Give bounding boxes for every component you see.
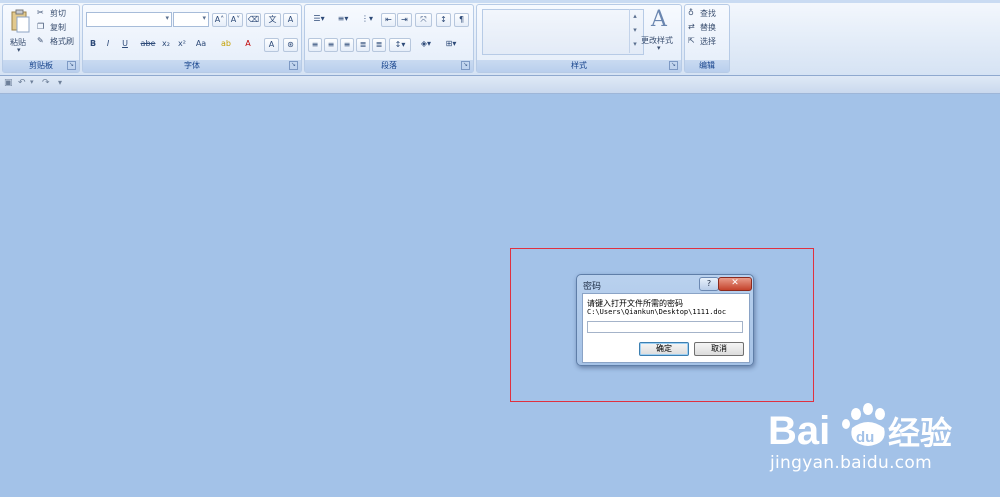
paragraph-caption: 段落 <box>305 60 473 72</box>
binoculars-icon: ♁ <box>688 8 694 17</box>
save-icon[interactable]: ▣ <box>4 78 13 88</box>
borders-icon[interactable]: ⊞▾ <box>440 38 462 52</box>
styles-scrollbar[interactable]: ▴ ▾ ▾ <box>629 9 640 53</box>
copy-icon: ❐ <box>37 22 45 31</box>
highlight-color-icon[interactable]: ab <box>215 38 237 52</box>
font-name-combo[interactable]: ▾ <box>86 12 172 27</box>
cancel-button[interactable]: 取消 <box>694 342 744 356</box>
shrink-font-button[interactable]: A˅ <box>228 13 243 27</box>
styles-group: ▴ ▾ ▾ A 更改样式 ▾ 样式 ↘ <box>476 4 682 73</box>
strikethrough-button[interactable]: abe <box>139 38 157 52</box>
shading-icon[interactable]: ◈▾ <box>415 38 437 52</box>
increase-indent-icon[interactable]: ⇥ <box>397 13 412 27</box>
ribbon: 粘贴 ▾ ✂ 剪切 ❐ 复制 ✎ 格式刷 剪贴板 ↘ ▾ ▾ A˄ A˅ ⌫ 文… <box>0 0 1000 76</box>
char-shading-button[interactable]: A <box>264 38 279 52</box>
styles-scroll-up-icon[interactable]: ▴ <box>630 9 640 23</box>
paragraph-launcher-icon[interactable]: ↘ <box>461 61 470 70</box>
decrease-indent-icon[interactable]: ⇤ <box>381 13 396 27</box>
redo-icon[interactable]: ↷ <box>42 78 50 88</box>
paragraph-group: ☰▾ ≡▾ ⋮▾ ⇤ ⇥ ⤧ ↕ ¶ ≡ ≡ ≡ ≣ ≣ ↕▾ ◈▾ ⊞▾ 段落… <box>304 4 474 73</box>
find-button[interactable]: ♁ 查找 <box>688 8 730 19</box>
font-launcher-icon[interactable]: ↘ <box>289 61 298 70</box>
logo-du-text: du <box>856 429 874 446</box>
select-icon: ⇱ <box>688 36 695 45</box>
logo-jingyan-text: 经验 <box>888 414 952 452</box>
find-label: 查找 <box>700 9 716 18</box>
show-marks-icon[interactable]: ¶ <box>454 13 469 27</box>
replace-button[interactable]: ⇄ 替换 <box>688 22 730 33</box>
baidu-jingyan-logo: Bai du 经验 <box>768 403 952 452</box>
password-input[interactable] <box>587 321 743 333</box>
clipboard-group: 粘贴 ▾ ✂ 剪切 ❐ 复制 ✎ 格式刷 剪贴板 ↘ <box>2 4 80 73</box>
styles-more-icon[interactable]: ▾ <box>630 37 640 51</box>
undo-dropdown-icon[interactable]: ▾ <box>30 78 34 86</box>
select-button[interactable]: ⇱ 选择 <box>688 36 730 47</box>
format-painter-label: 格式刷 <box>50 37 74 46</box>
char-border-icon[interactable]: A <box>283 13 298 27</box>
styles-scroll-down-icon[interactable]: ▾ <box>630 23 640 37</box>
underline-button[interactable]: U <box>117 38 133 52</box>
replace-label: 替换 <box>700 23 716 32</box>
numbering-icon[interactable]: ≡▾ <box>332 13 354 27</box>
paste-button[interactable]: 粘贴 ▾ <box>8 8 32 54</box>
select-label: 选择 <box>700 37 716 46</box>
align-right-icon[interactable]: ≡ <box>340 38 354 52</box>
justify-icon[interactable]: ≣ <box>356 38 370 52</box>
font-size-dropdown-icon: ▾ <box>202 14 206 22</box>
grow-font-button[interactable]: A˄ <box>212 13 227 27</box>
dialog-body: 请键入打开文件所需的密码 C:\Users\Qiankun\Desktop\11… <box>582 293 750 363</box>
close-button[interactable]: ✕ <box>718 277 752 291</box>
change-styles-dropdown-icon: ▾ <box>657 44 661 52</box>
clipboard-launcher-icon[interactable]: ↘ <box>67 61 76 70</box>
enclose-char-icon[interactable]: ⊛ <box>283 38 298 52</box>
file-path: C:\Users\Qiankun\Desktop\1111.doc <box>587 308 727 316</box>
font-group: ▾ ▾ A˄ A˅ ⌫ 文 A B I U abe x₂ x² Aa ab A … <box>82 4 302 73</box>
align-center-icon[interactable]: ≡ <box>324 38 338 52</box>
editing-group: ♁ 查找 ⇄ 替换 ⇱ 选择 编辑 <box>684 4 730 73</box>
align-left-icon[interactable]: ≡ <box>308 38 322 52</box>
styles-launcher-icon[interactable]: ↘ <box>669 61 678 70</box>
brush-icon: ✎ <box>37 36 44 45</box>
subscript-button[interactable]: x₂ <box>159 38 173 52</box>
font-caption: 字体 <box>83 60 301 72</box>
styles-caption: 样式 <box>477 60 681 72</box>
logo-bai-text: Bai <box>768 409 830 452</box>
password-dialog: 密码 ? ✕ 请键入打开文件所需的密码 C:\Users\Qiankun\Des… <box>576 274 754 366</box>
ok-button[interactable]: 确定 <box>639 342 689 356</box>
chinese-layout-icon[interactable]: ⤧ <box>415 13 432 27</box>
paste-dropdown-icon: ▾ <box>17 46 21 54</box>
quick-access-toolbar: ▣ ↶ ▾ ↷ ▾ <box>0 76 1000 94</box>
customize-toolbar-icon[interactable]: ▾ <box>58 78 62 87</box>
superscript-button[interactable]: x² <box>175 38 189 52</box>
distributed-icon[interactable]: ≣ <box>372 38 386 52</box>
bold-button[interactable]: B <box>87 38 99 52</box>
quick-styles-gallery[interactable] <box>482 9 644 55</box>
replace-icon: ⇄ <box>688 22 695 31</box>
font-name-dropdown-icon: ▾ <box>165 14 169 22</box>
scissors-icon: ✂ <box>37 8 44 17</box>
styles-aa-icon: A <box>651 7 667 32</box>
copy-label: 复制 <box>50 23 66 32</box>
italic-button[interactable]: I <box>102 38 114 52</box>
ribbon-top-edge <box>0 0 1000 3</box>
change-styles-button[interactable]: A 更改样式 ▾ <box>641 7 679 53</box>
font-color-button[interactable]: A <box>239 38 257 52</box>
clear-format-icon[interactable]: ⌫ <box>246 13 261 27</box>
multilevel-list-icon[interactable]: ⋮▾ <box>356 13 378 27</box>
paste-icon <box>11 9 30 33</box>
change-case-button[interactable]: Aa <box>192 38 210 52</box>
watermark-url: jingyan.baidu.com <box>770 453 932 473</box>
editing-caption: 编辑 <box>685 60 729 72</box>
bullets-icon[interactable]: ☰▾ <box>308 13 330 27</box>
phonetic-guide-icon[interactable]: 文 <box>264 13 281 27</box>
line-spacing-icon[interactable]: ↕▾ <box>389 38 411 52</box>
undo-icon[interactable]: ↶ <box>18 78 26 88</box>
help-button[interactable]: ? <box>699 277 719 291</box>
cut-label: 剪切 <box>50 9 66 18</box>
font-size-combo[interactable]: ▾ <box>173 12 209 27</box>
dialog-title: 密码 <box>583 282 602 292</box>
sort-icon[interactable]: ↕ <box>436 13 451 27</box>
